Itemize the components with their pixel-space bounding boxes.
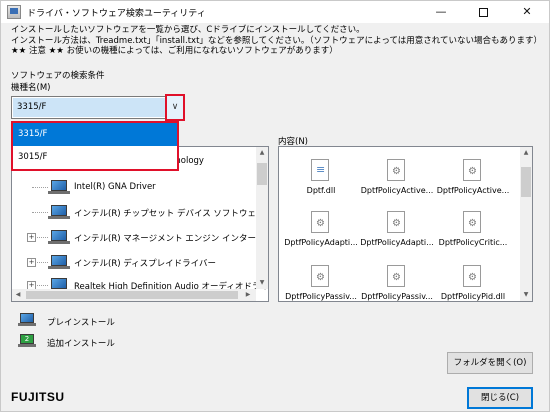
file-item[interactable]: DptfPolicyPid.dll (435, 265, 511, 301)
file-item[interactable]: DptfPolicyActive... (359, 159, 435, 203)
scroll-down-icon[interactable]: ▼ (520, 289, 532, 301)
search-section-label: ソフトウェアの検索条件 (11, 71, 105, 81)
file-name: DptfPolicyAdapti... (360, 238, 434, 247)
tree-item-label: インテル(R) マネージメント エンジン インターフェイ (74, 234, 269, 244)
model-combobox[interactable]: 3315/F (11, 96, 185, 119)
instruction-line: ★★ 注意 ★★ お使いの機種によっては、ご利用になれないソフトウェアがあります… (11, 46, 338, 56)
file-name: DptfPolicyPassiv... (361, 292, 433, 301)
app-icon (7, 5, 21, 19)
instruction-line: インストールしたいソフトウェアを一覧から選び、Cドライブにインストールしてくださ… (11, 25, 365, 35)
file-item[interactable]: DptfPolicyAdapti... (359, 211, 435, 255)
scroll-right-icon[interactable]: ▶ (242, 289, 254, 301)
tree-item-label: インテル(R) ディスプレイドライバー (74, 259, 216, 269)
title-bar: ドライバ・ソフトウェア検索ユーティリティ — ✕ (1, 1, 549, 23)
fujitsu-logo: FUJITSU (11, 390, 65, 404)
dropdown-option[interactable]: 3015/F (13, 146, 177, 169)
window-title: ドライバ・ソフトウェア検索ユーティリティ (27, 9, 206, 19)
minimize-button[interactable]: — (421, 1, 461, 23)
utility-window: ドライバ・ソフトウェア検索ユーティリティ — ✕ インストールしたいソフトウェア… (0, 0, 550, 412)
dropdown-arrow-button[interactable]: ∨ (165, 94, 185, 121)
settings-file-icon (311, 211, 329, 233)
additional-legend-label: 追加インストール (47, 339, 115, 349)
file-item[interactable]: DptfPolicyPassiv... (283, 265, 359, 301)
chevron-down-icon: ∨ (171, 102, 179, 112)
laptop-icon (48, 205, 70, 220)
close-button[interactable]: 閉じる(C) (467, 387, 533, 409)
scroll-down-icon[interactable]: ▼ (256, 277, 268, 289)
file-item[interactable]: DptfPolicyCritic... (435, 211, 511, 255)
settings-file-icon (387, 211, 405, 233)
file-name: DptfPolicyCritic... (438, 238, 508, 247)
expand-icon[interactable]: + (27, 258, 36, 267)
expand-icon[interactable]: + (27, 233, 36, 242)
tree-horizontal-scrollbar[interactable]: ◀ ▶ (12, 289, 256, 301)
open-folder-button[interactable]: フォルダを開く(O) (447, 352, 533, 374)
tree-item[interactable]: インテル(R) チップセット デバイス ソフトウェア (12, 202, 264, 224)
laptop-icon (48, 230, 70, 245)
file-item[interactable]: DptfPolicyAdapti... (283, 211, 359, 255)
tree-item[interactable]: Intel(R) GNA Driver (12, 177, 258, 199)
tree-item-label: Intel(R) GNA Driver (74, 182, 156, 192)
preinstall-legend-label: プレインストール (47, 318, 115, 328)
file-name: DptfPolicyAdapti... (284, 238, 358, 247)
close-window-button[interactable]: ✕ (507, 1, 547, 23)
settings-file-icon (463, 211, 481, 233)
file-name: Dptf.dll (306, 186, 336, 195)
instructions: インストールしたいソフトウェアを一覧から選び、Cドライブにインストールしてくださ… (11, 25, 542, 57)
file-name: DptfPolicyPassiv... (285, 292, 357, 301)
scroll-thumb[interactable] (257, 163, 267, 185)
file-name: DptfPolicyActive... (436, 186, 510, 195)
tree-item-label: インテル(R) チップセット デバイス ソフトウェア (74, 209, 265, 219)
file-item[interactable]: Dptf.dll (283, 159, 359, 203)
maximize-button[interactable] (463, 1, 503, 23)
dropdown-option[interactable]: 3315/F (13, 123, 177, 146)
scroll-left-icon[interactable]: ◀ (12, 289, 24, 301)
scroll-thumb[interactable] (26, 291, 238, 299)
scroll-thumb[interactable] (521, 167, 531, 197)
tree-item[interactable]: + インテル(R) ディスプレイドライバー (12, 252, 258, 274)
settings-file-icon (463, 265, 481, 287)
preinstall-icon (18, 313, 36, 327)
contents-vertical-scrollbar[interactable]: ▲ ▼ (520, 147, 532, 301)
file-name: DptfPolicyActive... (360, 186, 434, 195)
laptop-icon (48, 180, 70, 195)
additional-install-icon: 2 (18, 334, 36, 348)
settings-file-icon (387, 265, 405, 287)
dll-file-icon (311, 159, 329, 181)
instruction-line: インストール方法は、Treadme.txt」「install.txt」などを参照… (11, 35, 543, 46)
scroll-up-icon[interactable]: ▲ (256, 147, 268, 159)
scroll-up-icon[interactable]: ▲ (520, 147, 532, 159)
model-dropdown-list[interactable]: 3315/F 3015/F (11, 121, 179, 171)
maximize-icon (478, 7, 488, 17)
settings-file-icon (311, 265, 329, 287)
settings-file-icon (387, 159, 405, 181)
laptop-icon (48, 255, 70, 270)
tree-vertical-scrollbar[interactable]: ▲ ▼ (256, 147, 268, 289)
model-label: 機種名(M) (11, 83, 51, 93)
file-item[interactable]: DptfPolicyActive... (435, 159, 511, 203)
combobox-value: 3315/F (17, 102, 47, 112)
file-name: DptfPolicyPid.dll (440, 292, 506, 301)
settings-file-icon (463, 159, 481, 181)
contents-file-list[interactable]: Dptf.dll DptfPolicyActive... DptfPolicyA… (278, 146, 533, 302)
tree-item[interactable]: + インテル(R) マネージメント エンジン インターフェイ (12, 227, 268, 249)
file-item[interactable]: DptfPolicyPassiv... (359, 265, 435, 301)
